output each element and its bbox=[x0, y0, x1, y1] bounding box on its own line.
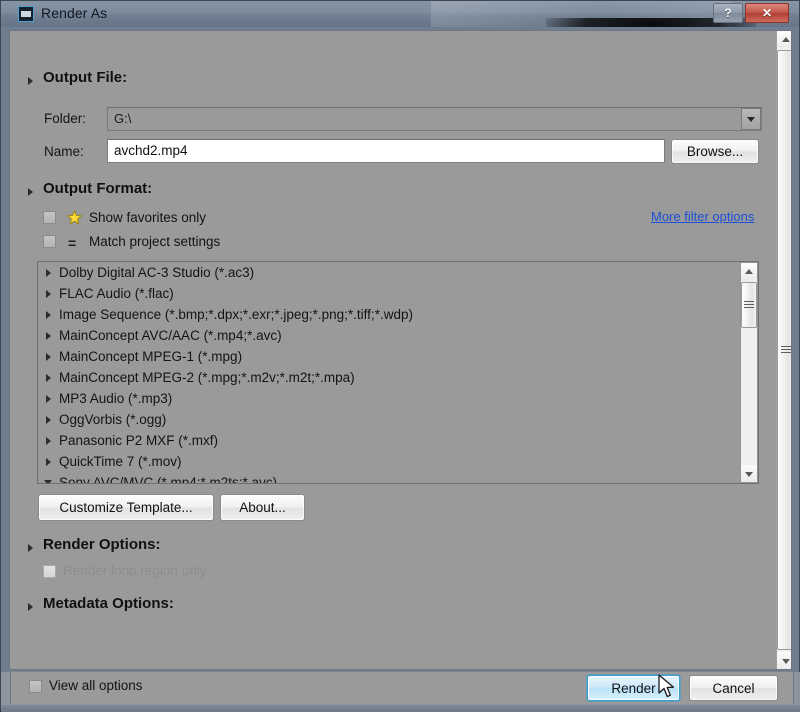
title-bar[interactable]: Render As ? ✕ bbox=[1, 1, 799, 27]
list-item[interactable]: OggVorbis (*.ogg) bbox=[38, 409, 741, 430]
expand-twisty-icon[interactable] bbox=[46, 395, 51, 403]
name-label: Name: bbox=[44, 144, 84, 159]
render-as-dialog: Render As ? ✕ Output File: Folder: G:\ N… bbox=[0, 0, 800, 712]
scrollbar-thumb[interactable] bbox=[741, 282, 757, 328]
list-item-label: OggVorbis (*.ogg) bbox=[59, 412, 167, 427]
expand-twisty-icon[interactable] bbox=[46, 311, 51, 319]
expand-twisty-icon[interactable] bbox=[46, 290, 51, 298]
folder-dropdown-arrow-icon[interactable] bbox=[741, 108, 761, 130]
list-item-label: MainConcept MPEG-2 (*.mpg;*.m2v;*.m2t;*.… bbox=[59, 370, 355, 385]
footer-inner: View all options Render Cancel bbox=[10, 672, 794, 704]
folder-label: Folder: bbox=[44, 111, 87, 126]
about-button-label: About... bbox=[239, 500, 286, 515]
equals-icon: = bbox=[68, 235, 77, 251]
scroll-down-arrow-icon[interactable] bbox=[741, 465, 757, 482]
format-list-rows: Dolby Digital AC-3 Pro (*.ac3) Dolby Dig… bbox=[38, 262, 741, 484]
cancel-button-label: Cancel bbox=[712, 681, 755, 696]
titlebar-sheen bbox=[431, 1, 731, 27]
scroll-up-arrow-icon[interactable] bbox=[741, 263, 757, 280]
output-file-twisty-icon[interactable] bbox=[28, 77, 33, 85]
match-project-label: Match project settings bbox=[89, 234, 221, 249]
list-item[interactable]: Dolby Digital AC-3 Studio (*.ac3) bbox=[38, 262, 741, 283]
more-filter-options-link[interactable]: More filter options bbox=[651, 209, 754, 224]
expand-twisty-icon[interactable] bbox=[46, 269, 51, 277]
list-item[interactable]: QuickTime 7 (*.mov) bbox=[38, 451, 741, 472]
about-button[interactable]: About... bbox=[220, 494, 305, 521]
browse-button-label: Browse... bbox=[686, 144, 744, 159]
metadata-options-heading: Metadata Options: bbox=[43, 595, 174, 612]
render-button-label: Render bbox=[611, 681, 656, 696]
list-item-label: FLAC Audio (*.flac) bbox=[59, 286, 174, 301]
dialog-content: Output File: Folder: G:\ Name: avchd2.mp… bbox=[10, 31, 775, 669]
render-app-icon[interactable] bbox=[18, 6, 34, 22]
collapse-twisty-icon[interactable] bbox=[44, 480, 52, 483]
dialog-scrollbar-track[interactable] bbox=[777, 31, 791, 669]
show-favorites-label: Show favorites only bbox=[89, 210, 207, 225]
browse-button[interactable]: Browse... bbox=[671, 139, 759, 164]
list-item[interactable]: MainConcept MPEG-2 (*.mpg;*.m2v;*.m2t;*.… bbox=[38, 367, 741, 388]
window-title: Render As bbox=[41, 5, 108, 21]
close-button[interactable]: ✕ bbox=[745, 3, 789, 23]
list-item[interactable]: MainConcept AVC/AAC (*.mp4;*.avc) bbox=[38, 325, 741, 346]
list-item-label: Panasonic P2 MXF (*.mxf) bbox=[59, 433, 219, 448]
dialog-footer: View all options Render Cancel bbox=[1, 672, 800, 712]
metadata-options-twisty-icon[interactable] bbox=[28, 603, 33, 611]
list-item-sony-avc-mvc[interactable]: Sony AVC/MVC (*.mp4;*.m2ts;*.avc) bbox=[38, 472, 741, 484]
expand-twisty-icon[interactable] bbox=[46, 353, 51, 361]
format-list-scrollbar[interactable] bbox=[740, 262, 758, 483]
view-all-options-checkbox[interactable] bbox=[29, 680, 42, 693]
list-item[interactable]: Panasonic P2 MXF (*.mxf) bbox=[38, 430, 741, 451]
output-format-heading: Output Format: bbox=[43, 180, 153, 197]
scroll-up-arrow-icon[interactable] bbox=[777, 31, 791, 48]
list-item[interactable]: MainConcept MPEG-1 (*.mpg) bbox=[38, 346, 741, 367]
help-button[interactable]: ? bbox=[713, 3, 743, 23]
scroll-down-arrow-icon[interactable] bbox=[777, 652, 791, 669]
render-options-twisty-icon[interactable] bbox=[28, 544, 33, 552]
expand-twisty-icon[interactable] bbox=[46, 437, 51, 445]
render-options-heading: Render Options: bbox=[43, 536, 161, 553]
list-item-label: MainConcept AVC/AAC (*.mp4;*.avc) bbox=[59, 328, 282, 343]
expand-twisty-icon[interactable] bbox=[46, 374, 51, 382]
expand-twisty-icon[interactable] bbox=[46, 332, 51, 340]
render-loop-region-checkbox bbox=[43, 565, 56, 578]
list-item-label: Image Sequence (*.bmp;*.dpx;*.exr;*.jpeg… bbox=[59, 307, 413, 322]
expand-twisty-icon[interactable] bbox=[46, 416, 51, 424]
expand-twisty-icon[interactable] bbox=[46, 458, 51, 466]
list-item[interactable]: MP3 Audio (*.mp3) bbox=[38, 388, 741, 409]
list-item-label: QuickTime 7 (*.mov) bbox=[59, 454, 182, 469]
customize-template-label: Customize Template... bbox=[59, 500, 193, 515]
scrollbar-grip-icon bbox=[780, 346, 791, 354]
list-item-label: MainConcept MPEG-1 (*.mpg) bbox=[59, 349, 243, 364]
customize-template-button[interactable]: Customize Template... bbox=[38, 494, 214, 521]
scrollbar-thumb[interactable] bbox=[777, 50, 791, 650]
scrollbar-grip-icon bbox=[744, 301, 754, 309]
list-item-label: Dolby Digital AC-3 Studio (*.ac3) bbox=[59, 265, 255, 280]
view-all-options-label: View all options bbox=[49, 678, 143, 693]
list-item-label: Sony AVC/MVC (*.mp4;*.m2ts;*.avc) bbox=[59, 475, 278, 484]
output-file-heading: Output File: bbox=[43, 69, 128, 86]
list-item-label: MP3 Audio (*.mp3) bbox=[59, 391, 173, 406]
list-item[interactable]: Image Sequence (*.bmp;*.dpx;*.exr;*.jpeg… bbox=[38, 304, 741, 325]
dialog-client-area: Output File: Folder: G:\ Name: avchd2.mp… bbox=[9, 30, 792, 670]
render-loop-region-label: Render loop region only bbox=[63, 563, 207, 578]
output-format-twisty-icon[interactable] bbox=[28, 188, 33, 196]
show-favorites-checkbox[interactable] bbox=[43, 211, 56, 224]
star-icon bbox=[67, 210, 82, 225]
cancel-button[interactable]: Cancel bbox=[689, 675, 778, 701]
match-project-checkbox[interactable] bbox=[43, 235, 56, 248]
output-format-list[interactable]: Dolby Digital AC-3 Pro (*.ac3) Dolby Dig… bbox=[37, 261, 759, 484]
name-input[interactable]: avchd2.mp4 bbox=[107, 139, 665, 163]
folder-combo[interactable]: G:\ bbox=[107, 107, 762, 131]
dialog-scrollbar[interactable] bbox=[776, 31, 791, 669]
list-item[interactable]: FLAC Audio (*.flac) bbox=[38, 283, 741, 304]
render-button[interactable]: Render bbox=[587, 675, 680, 701]
